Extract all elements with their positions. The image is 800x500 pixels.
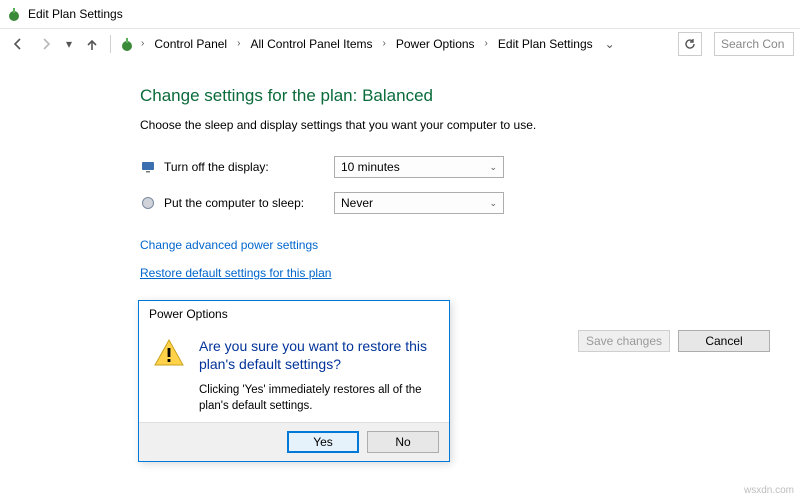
restore-defaults-link[interactable]: Restore default settings for this plan [140, 266, 800, 280]
recent-locations-dropdown[interactable]: ▾ [62, 35, 76, 53]
sleep-timeout-dropdown[interactable]: Never ⌄ [334, 192, 504, 214]
window-titlebar: Edit Plan Settings [0, 0, 800, 28]
monitor-icon [140, 159, 156, 175]
dialog-yes-button[interactable]: Yes [287, 431, 359, 453]
display-timeout-dropdown[interactable]: 10 minutes ⌄ [334, 156, 504, 178]
moon-icon [140, 195, 156, 211]
refresh-button[interactable] [678, 32, 702, 56]
breadcrumb-item[interactable]: Edit Plan Settings [494, 35, 597, 53]
setting-row-sleep: Put the computer to sleep: Never ⌄ [140, 192, 800, 214]
dialog-no-button[interactable]: No [367, 431, 439, 453]
nav-back-button[interactable] [6, 32, 30, 56]
power-app-icon [6, 6, 22, 22]
arrow-up-icon [85, 37, 99, 51]
page-title: Change settings for the plan: Balanced [140, 86, 800, 106]
chevron-down-icon: ⌄ [489, 198, 497, 209]
dialog-message: Are you sure you want to restore this pl… [199, 337, 435, 414]
page-subtitle: Choose the sleep and display settings th… [140, 118, 800, 132]
save-changes-button[interactable]: Save changes [578, 330, 670, 352]
chevron-right-icon: › [235, 38, 242, 49]
dialog-main-text: Are you sure you want to restore this pl… [199, 337, 435, 373]
main-content: Change settings for the plan: Balanced C… [0, 58, 800, 280]
chevron-right-icon: › [139, 38, 146, 49]
advanced-power-settings-link[interactable]: Change advanced power settings [140, 238, 800, 252]
breadcrumb-item[interactable]: All Control Panel Items [246, 35, 376, 53]
chevron-right-icon: › [381, 38, 388, 49]
dialog-sub-text: Clicking 'Yes' immediately restores all … [199, 383, 435, 414]
breadcrumb-item[interactable]: Power Options [392, 35, 479, 53]
navigation-bar: ▾ › Control Panel › All Control Panel It… [0, 28, 800, 58]
refresh-icon [684, 38, 696, 50]
breadcrumb: › Control Panel › All Control Panel Item… [117, 35, 674, 53]
warning-icon [153, 337, 185, 414]
dialog-body: Are you sure you want to restore this pl… [139, 327, 449, 422]
chevron-down-icon: ⌄ [489, 162, 497, 173]
dialog-actions: Yes No [139, 422, 449, 461]
nav-forward-button[interactable] [34, 32, 58, 56]
window-title: Edit Plan Settings [28, 7, 123, 21]
dialog-title: Power Options [139, 301, 449, 327]
power-plan-icon [119, 36, 135, 52]
dropdown-value: Never [341, 196, 373, 210]
search-input[interactable]: Search Con [714, 32, 794, 56]
setting-row-display: Turn off the display: 10 minutes ⌄ [140, 156, 800, 178]
breadcrumb-dropdown[interactable]: ⌄ [601, 35, 619, 53]
watermark: wsxdn.com [744, 485, 794, 496]
arrow-left-icon [11, 37, 25, 51]
arrow-right-icon [39, 37, 53, 51]
setting-label-display: Turn off the display: [164, 160, 334, 174]
links-block: Change advanced power settings Restore d… [140, 238, 800, 280]
cancel-button[interactable]: Cancel [678, 330, 770, 352]
separator [110, 35, 111, 53]
action-buttons: Save changes Cancel [578, 330, 770, 352]
breadcrumb-item[interactable]: Control Panel [150, 35, 231, 53]
setting-label-sleep: Put the computer to sleep: [164, 196, 334, 210]
chevron-right-icon: › [483, 38, 490, 49]
nav-up-button[interactable] [80, 32, 104, 56]
dropdown-value: 10 minutes [341, 160, 400, 174]
confirm-restore-dialog: Power Options Are you sure you want to r… [138, 300, 450, 462]
